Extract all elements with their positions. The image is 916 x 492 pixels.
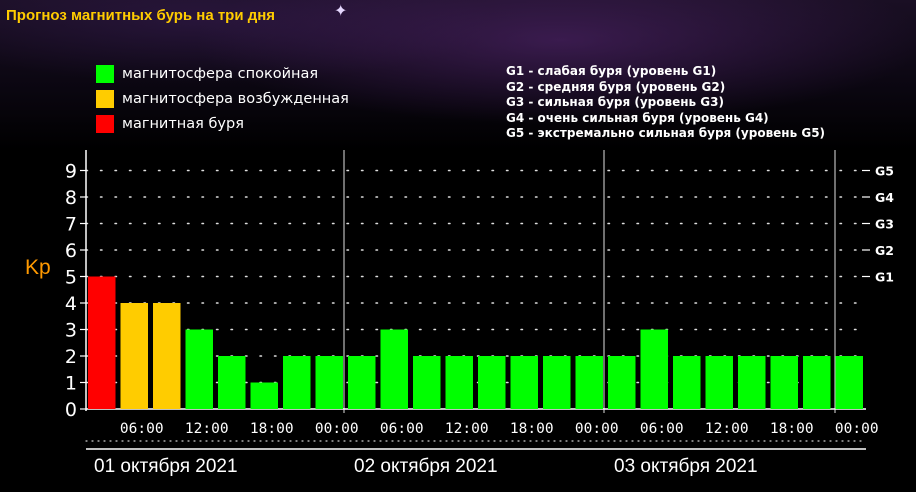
- kp-bar: [770, 356, 798, 409]
- kp-bar: [705, 356, 733, 409]
- kp-bar: [575, 356, 603, 409]
- x-tick-label: 06:00: [380, 421, 424, 437]
- x-tick-label: 06:00: [120, 421, 164, 437]
- y-tick-label: 2: [65, 346, 77, 368]
- kp-bar-chart: 0 1 2 3 4 5 6 7 8 9 G1 G2 G3 G4 G5 06:00 12:00 18:00 00:00…: [65, 150, 894, 477]
- kp-bar: [250, 382, 278, 409]
- date-label: 01 октября 2021: [94, 456, 238, 477]
- x-tick-label: 12:00: [445, 421, 489, 437]
- x-tick-label: 12:00: [185, 421, 229, 437]
- x-tick-label: 18:00: [250, 421, 294, 437]
- kp-bar: [478, 356, 506, 409]
- g-tick-label: G3: [875, 217, 894, 232]
- x-tick-label: 06:00: [640, 421, 684, 437]
- kp-bar: [803, 356, 831, 409]
- kp-bar: [185, 329, 213, 409]
- x-tick-label: 00:00: [575, 421, 619, 437]
- y-tick-label: 0: [65, 399, 77, 421]
- kp-bar: [315, 356, 343, 409]
- kp-bar: [120, 303, 148, 409]
- y-tick-label: 4: [65, 293, 77, 315]
- kp-bar: [608, 356, 636, 409]
- kp-bar: [510, 356, 538, 409]
- y-tick-label: 3: [65, 320, 77, 342]
- y-tick-label: 9: [65, 161, 77, 183]
- kp-bar: [153, 303, 181, 409]
- x-tick-label: 18:00: [510, 421, 554, 437]
- kp-bar: [218, 356, 246, 409]
- kp-bar: [283, 356, 311, 409]
- x-tick-label: 00:00: [315, 421, 359, 437]
- kp-bar: [445, 356, 473, 409]
- kp-bar: [348, 356, 376, 409]
- y-tick-label: 1: [65, 373, 77, 395]
- kp-bar: [543, 356, 571, 409]
- kp-bar: [835, 356, 863, 409]
- kp-bar: [673, 356, 701, 409]
- g-tick-label: G4: [875, 190, 894, 205]
- y-tick-label: 7: [65, 214, 77, 236]
- y-tick-label: 6: [65, 240, 77, 262]
- kp-bar: [88, 276, 116, 409]
- g-tick-label: G5: [875, 164, 894, 179]
- kp-bar: [640, 329, 668, 409]
- g-tick-label: G2: [875, 243, 894, 258]
- kp-bar: [380, 329, 408, 409]
- kp-bar: [413, 356, 441, 409]
- y-tick-label: 5: [65, 267, 77, 289]
- x-tick-label: 18:00: [770, 421, 814, 437]
- date-label: 03 октября 2021: [614, 456, 758, 477]
- kp-bar: [738, 356, 766, 409]
- x-tick-label: 12:00: [705, 421, 749, 437]
- g-tick-label: G1: [875, 270, 894, 285]
- date-label: 02 октября 2021: [354, 456, 498, 477]
- x-tick-label: 00:00: [835, 421, 879, 437]
- y-tick-label: 8: [65, 187, 77, 209]
